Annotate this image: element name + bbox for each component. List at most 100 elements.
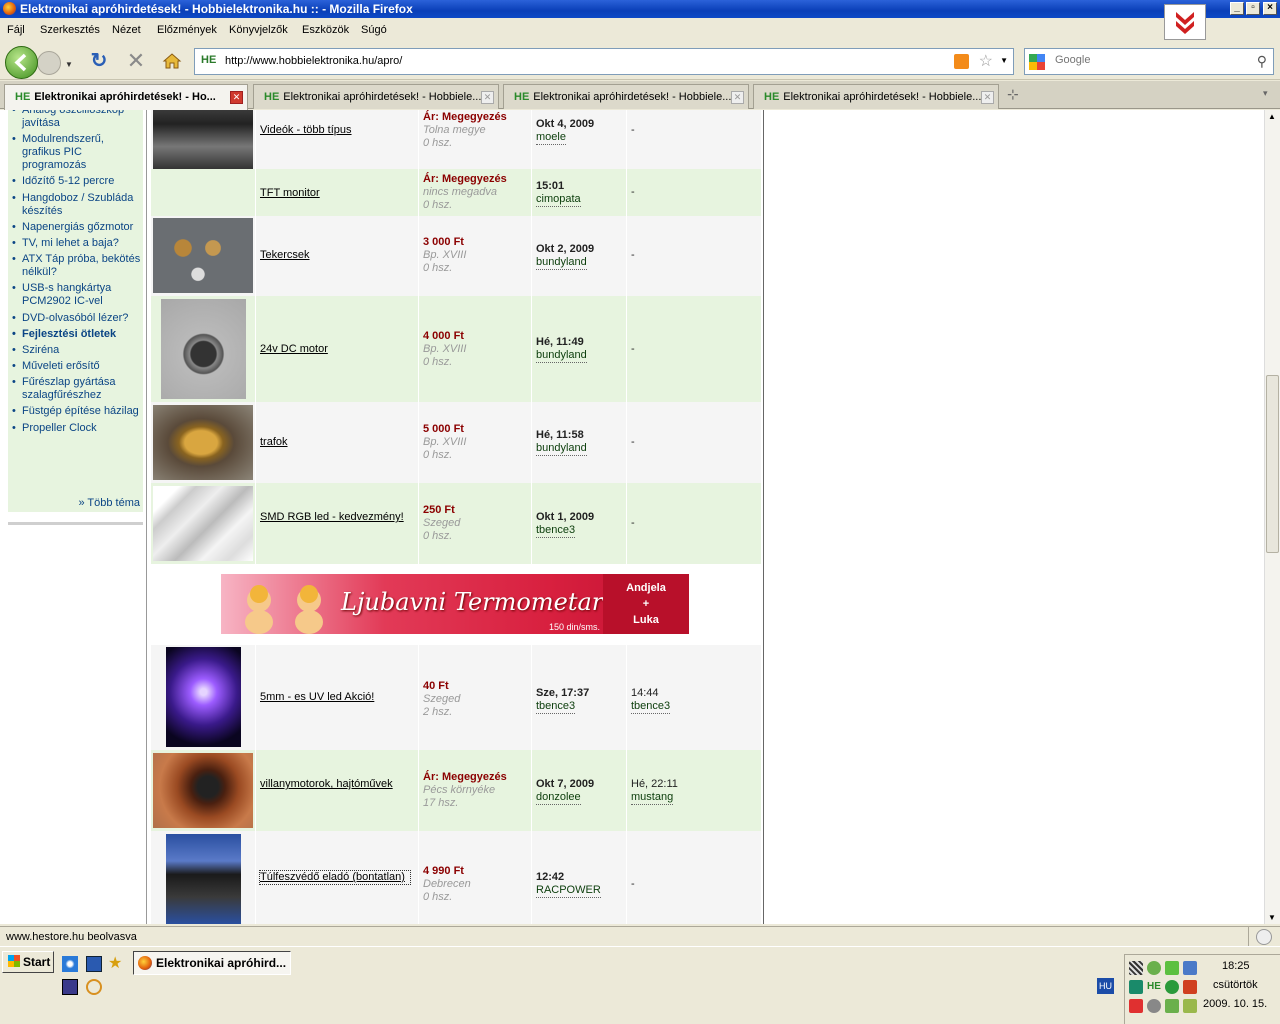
tab-1[interactable]: HE Elektronikai apróhirdetések! - Ho... ✕ [4,84,248,110]
topic-link[interactable]: DVD-olvasóból lézer? [12,312,142,325]
ie-icon[interactable] [62,956,78,972]
tray-shield-icon[interactable] [1165,961,1179,975]
close-tab-icon[interactable]: ✕ [731,91,744,104]
listing-thumbnail[interactable] [166,647,241,747]
scroll-down-icon[interactable]: ▼ [1268,913,1276,922]
history-dropdown-icon[interactable]: ▼ [65,60,73,69]
listing-title[interactable]: trafok [260,436,410,449]
listing-thumbnail[interactable] [153,110,253,169]
maximize-button[interactable]: ▫ [1246,2,1260,15]
listing-user[interactable]: cimopata [536,193,581,207]
topic-link[interactable]: Modulrendszerű, grafikus PIC programozás [12,133,142,172]
listing-title[interactable]: TFT monitor [260,187,410,200]
topic-link[interactable]: Füstgép építése házilag [12,405,142,418]
menu-tools[interactable]: Eszközök [302,24,349,36]
clock-app-icon[interactable] [86,979,102,995]
tray-misc-icon[interactable] [1183,999,1197,1013]
taskbar-firefox-button[interactable]: Elektronikai apróhird... [133,951,291,975]
listing-title[interactable]: Videók - több típus [260,124,410,137]
tray-sync-icon[interactable] [1129,980,1143,994]
topic-link[interactable]: ATX Táp próba, bekötés nélkül? [12,253,142,279]
tray-refresh-icon[interactable] [1165,980,1179,994]
scroll-up-icon[interactable]: ▲ [1268,112,1276,121]
stop-icon[interactable]: ✕ [125,50,147,72]
close-tab-icon[interactable]: ✕ [230,91,243,104]
menu-view[interactable]: Nézet [112,24,141,36]
menu-file[interactable]: Fájl [7,24,25,36]
listing-user[interactable]: bundyland [536,442,587,456]
new-tab-icon[interactable]: ⊹ [1007,86,1019,103]
google-logo-icon[interactable] [1029,54,1045,70]
tray-user-icon[interactable] [1147,961,1161,975]
listing-thumbnail[interactable] [153,753,253,828]
bookmark-star-icon[interactable]: ☆ [979,51,993,71]
minimize-button[interactable]: _ [1230,2,1244,15]
listing-title[interactable]: 24v DC motor [260,343,410,356]
desktop-icon[interactable] [86,956,102,972]
listing-user[interactable]: bundyland [536,256,587,270]
listing-title[interactable]: Túlfeszvédő eladó (bontatlan) [259,870,411,885]
menu-history[interactable]: Előzmények [157,24,217,36]
tab-list-icon[interactable]: ▾ [1263,88,1268,99]
topic-link[interactable]: Fejlesztési ötletek [12,328,142,341]
menu-bookmarks[interactable]: Könyvjelzők [229,24,288,36]
topic-link[interactable]: Hangdoboz / Szubláda készítés [12,192,142,218]
search-input[interactable] [1055,54,1245,66]
listing-user[interactable]: moele [536,131,566,145]
close-window-button[interactable]: × [1263,2,1277,15]
tab-2[interactable]: HE Elektronikai apróhirdetések! - Hobbiel… [253,84,499,109]
clock-time[interactable]: 18:25 [1222,960,1250,972]
search-bar[interactable]: ⚲ [1024,48,1274,75]
listing-title[interactable]: Tekercsek [260,249,410,262]
tray-network-icon[interactable] [1183,961,1197,975]
listing-title[interactable]: SMD RGB led - kedvezmény! [260,511,410,524]
topic-link[interactable]: TV, mi lehet a baja? [12,237,142,250]
addon-status-icon[interactable] [1256,929,1272,945]
topic-link[interactable]: Időzítő 5-12 percre [12,175,142,188]
listing-thumbnail[interactable] [153,486,253,561]
listing-user[interactable]: bundyland [536,349,587,363]
magnifier-icon[interactable]: ⚲ [1257,53,1267,70]
menu-help[interactable]: Súgó [361,24,387,36]
close-tab-icon[interactable]: ✕ [481,91,494,104]
topic-link[interactable]: Napenergiás gőzmotor [12,221,142,234]
banner-ad[interactable]: Ljubavni Termometar 150 din/sms. Andjela… [221,574,689,634]
last-comment-user[interactable]: mustang [631,791,674,805]
topic-link[interactable]: Műveleti erősítő [12,360,142,373]
back-button[interactable] [5,46,38,79]
tab-4[interactable]: HE Elektronikai apróhirdetések! - Hobbiel… [753,84,999,109]
forward-button[interactable] [37,51,61,75]
save-disk-icon[interactable] [62,979,78,995]
menu-edit[interactable]: Szerkesztés [40,24,100,36]
tray-error-icon[interactable] [1129,999,1143,1013]
listing-user[interactable]: donzolee [536,791,581,805]
close-tab-icon[interactable]: ✕ [981,91,994,104]
listing-thumbnail[interactable] [166,834,241,924]
listing-user[interactable]: RACPOWER [536,884,601,898]
download-arrows-icon[interactable] [1164,4,1206,40]
start-button[interactable]: Start [2,951,54,973]
last-comment-user[interactable]: tbence3 [631,700,671,714]
url-text[interactable]: http://www.hobbielektronika.hu/apro/ [225,55,402,67]
topic-link[interactable]: Analóg oszcilloszkóp javítása [12,110,142,130]
favorites-star-icon[interactable]: ★ [108,956,124,972]
tray-nvidia-icon[interactable] [1165,999,1179,1013]
address-bar[interactable]: HE http://www.hobbielektronika.hu/apro/ … [194,48,1014,75]
tray-download-icon[interactable] [1183,980,1197,994]
listing-thumbnail[interactable] [153,405,253,480]
tab-3[interactable]: HE Elektronikai apróhirdetések! - Hobbiel… [503,84,749,109]
topic-link[interactable]: Sziréna [12,344,142,357]
reload-icon[interactable]: ↻ [88,50,110,72]
listing-title[interactable]: villanymotorok, hajtóművek [260,778,410,791]
scrollbar-thumb[interactable] [1266,375,1279,553]
tray-speaker-icon[interactable] [1147,999,1161,1013]
tray-he-icon[interactable]: HE [1147,980,1161,994]
listing-thumbnail[interactable] [161,299,246,399]
language-indicator[interactable]: HU [1097,978,1114,994]
listing-thumbnail[interactable] [153,218,253,293]
url-dropdown-icon[interactable]: ▼ [1000,56,1008,65]
rss-feed-icon[interactable] [954,54,969,69]
topic-link[interactable]: Propeller Clock [12,422,142,435]
tray-app-icon[interactable] [1129,961,1143,975]
topic-link[interactable]: Fűrészlap gyártása szalagfűrészhez [12,376,142,402]
